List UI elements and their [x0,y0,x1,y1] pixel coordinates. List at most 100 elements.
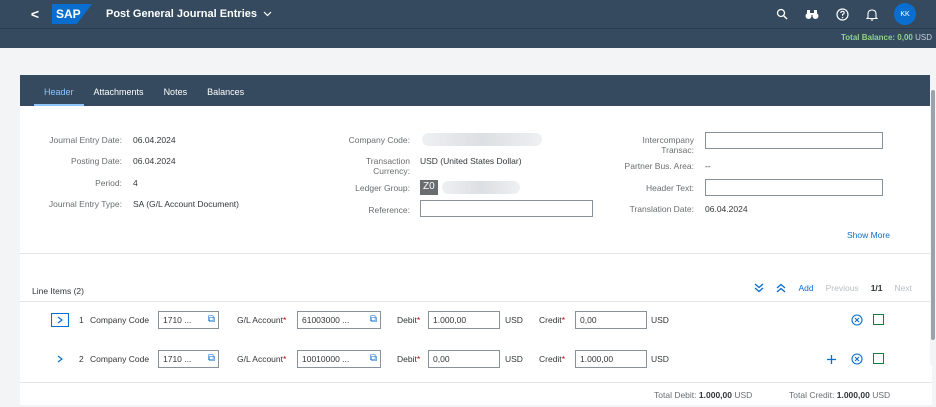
line-items-toolbar: Line Items (2) Add Previous 1/1 Next [20,281,932,301]
tab-attachments[interactable]: Attachments [84,87,154,106]
reference-label: Reference: [368,205,410,215]
show-more-link[interactable]: Show More [847,230,890,240]
footer-balance-bar: Total Balance: 0,00 USD [0,28,936,48]
debit-input[interactable]: 0,00 [428,350,500,368]
next-button[interactable]: Next [895,283,912,293]
gl-account-input[interactable]: 10010000 ... ⧉ [297,350,381,368]
expand-all-icon[interactable] [754,283,764,293]
company-code-label: Company Code [90,354,150,364]
chevron-down-icon [263,11,272,17]
translation-date: 06.04.2024 [705,204,748,214]
sap-logo[interactable]: SAP [52,4,92,24]
required-marker: * [561,354,565,364]
row-index: 1 [79,315,84,325]
total-credit: Total Credit: 1.000,00 USD [789,390,890,400]
ledger-group-redacted [442,181,520,194]
journal-entry-date-label: Journal Entry Date: [49,135,122,145]
credit-input[interactable]: 1.000,00 [575,350,647,368]
company-code-value: 1710 ... [163,354,192,364]
total-balance: Total Balance: 0,00 USD [841,33,932,42]
collapse-all-icon[interactable] [776,283,786,293]
credit-input[interactable]: 0,00 [575,311,647,329]
totals-bar: Total Debit: 1.000,00 USD Total Credit: … [20,382,932,405]
row-checkbox[interactable] [873,314,884,325]
partner-bus-area-label: Partner Bus. Area: [624,161,694,171]
add-row-icon[interactable] [824,352,838,366]
table-row: 1 Company Code 1710 ... ⧉ G/L Account* 6… [20,301,932,338]
intercompany-label: Intercompany Transac: [642,135,695,155]
row-index: 2 [79,354,84,364]
required-marker: * [283,315,287,325]
gl-account-value: 61003000 ... [302,315,350,325]
total-credit-currency: USD [872,390,891,400]
gl-account-value: 10010000 ... [302,354,350,364]
company-code-input[interactable]: 1710 ... ⧉ [158,350,219,368]
company-code-redacted [422,133,542,146]
ledger-group-value[interactable]: Z0 [420,180,438,195]
avatar[interactable]: KK [894,3,916,25]
debit-label: Debit* [397,354,420,364]
posting-date-label: Posting Date: [70,156,122,166]
debit-label-text: Debit [397,315,417,325]
app-title: Post General Journal Entries [106,8,257,20]
row-checkbox[interactable] [873,353,884,364]
object-page: Header Attachments Notes Balances Journa… [20,75,932,405]
value-help-icon[interactable]: ⧉ [208,353,215,364]
scrollbar-thumb[interactable] [931,90,935,340]
delete-row-icon[interactable] [850,352,864,366]
intercompany-input[interactable] [705,132,883,149]
value-help-icon[interactable]: ⧉ [208,314,215,325]
header-text-label: Header Text: [645,183,694,193]
translation-date-label: Translation Date: [629,204,694,214]
debit-currency: USD [505,354,523,364]
total-debit-currency: USD [734,390,753,400]
gl-account-label: G/L Account* [237,354,286,364]
journal-entry-type: SA (G/L Account Document) [133,199,239,209]
journal-entry-type-label: Journal Entry Type: [48,199,122,209]
gl-account-label-text: G/L Account [237,354,283,364]
back-button[interactable]: < [24,6,46,22]
bell-icon[interactable] [864,4,880,24]
period: 4 [133,178,138,188]
ledger-group-label: Ledger Group: [355,183,410,193]
row-expand-button[interactable] [51,313,69,327]
transaction-currency: USD (United States Dollar) [420,156,522,166]
debit-input[interactable]: 1.000,00 [428,311,500,329]
search-icon[interactable] [774,4,790,24]
help-icon[interactable] [834,4,850,24]
header-text-input[interactable] [705,179,883,196]
value-help-icon[interactable]: ⧉ [370,353,377,364]
add-line-button[interactable]: Add [798,283,813,293]
value-help-icon[interactable]: ⧉ [370,314,377,325]
journal-entry-date: 06.04.2024 [133,135,176,145]
shell-bar: < SAP Post General Journal Entries KK [0,0,936,28]
tab-header[interactable]: Header [34,87,84,106]
company-code-input[interactable]: 1710 ... ⧉ [158,311,219,329]
company-code-label: Company Code [90,315,150,325]
delete-row-icon[interactable] [850,313,864,327]
chevron-right-icon [57,316,63,324]
table-row: 2 Company Code 1710 ... ⧉ G/L Account* 1… [20,341,932,378]
tab-balances[interactable]: Balances [197,87,254,106]
app-title-menu[interactable]: Post General Journal Entries [106,8,272,20]
page-indicator: 1/1 [870,283,883,293]
gl-account-label: G/L Account* [237,315,286,325]
credit-label-text: Credit [539,315,562,325]
period-label: Period: [95,178,122,188]
row-expand-button[interactable] [51,352,69,366]
binoculars-icon[interactable] [804,4,820,24]
credit-label: Credit* [539,315,565,325]
vertical-scrollbar[interactable] [930,75,936,365]
gl-account-input[interactable]: 61003000 ... ⧉ [297,311,381,329]
credit-label: Credit* [539,354,565,364]
credit-currency: USD [651,315,669,325]
tab-notes[interactable]: Notes [154,87,198,106]
chevron-right-icon [57,355,63,363]
total-balance-currency: USD [915,33,932,42]
required-marker: * [561,315,565,325]
total-debit-value: 1.000,00 [698,390,732,400]
previous-button[interactable]: Previous [826,283,859,293]
line-items-title: Line Items (2) [32,286,84,296]
reference-input[interactable] [420,200,593,217]
partner-bus-area: -- [705,161,711,171]
